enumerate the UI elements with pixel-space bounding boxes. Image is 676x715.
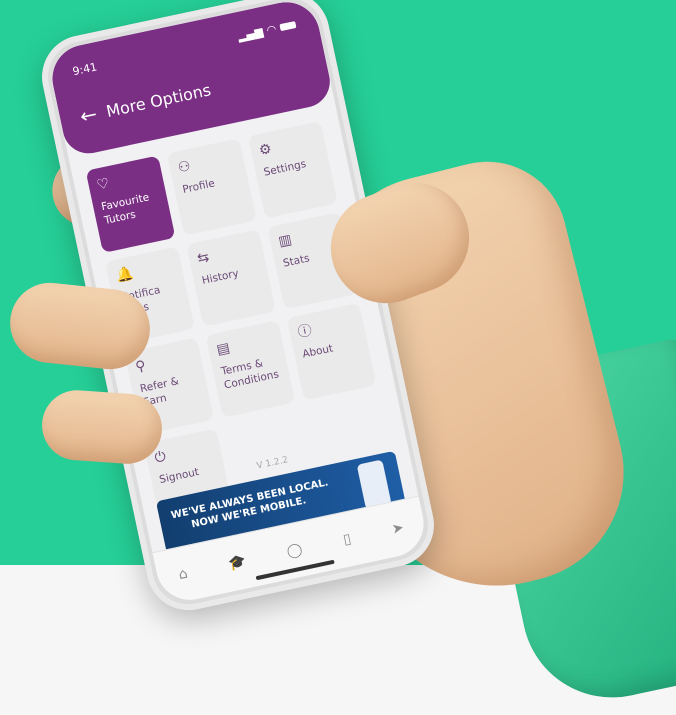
power-icon: ⏻ <box>153 448 168 467</box>
book-icon: ▯ <box>341 530 353 549</box>
home-icon: ⌂ <box>177 565 190 584</box>
battery-icon <box>279 21 297 32</box>
bar-chart-icon: ▥ <box>277 231 294 251</box>
status-time: 9:41 <box>71 60 99 79</box>
tab-item[interactable]: ➤ <box>390 519 406 538</box>
option-tile[interactable]: ▤ Terms & Conditions <box>205 320 296 418</box>
option-tile[interactable]: ⚙ Settings <box>247 120 338 219</box>
gear-icon: ⚙ <box>257 140 274 160</box>
finger-3 <box>39 387 165 467</box>
option-label: About <box>301 342 335 361</box>
option-tile[interactable]: ⇆ History <box>186 229 276 327</box>
option-label: Terms & Conditions <box>220 357 280 392</box>
option-label: Profile <box>181 177 216 196</box>
wifi-icon: ◠ <box>265 22 278 37</box>
title-bar: ← More Options <box>78 79 213 129</box>
signal-icon: ▂▄▆ <box>236 25 265 44</box>
status-icons: ▂▄▆ ◠ <box>237 18 297 43</box>
tab-item[interactable]: ⌂ <box>177 565 190 584</box>
option-label: Favourite Tutors <box>100 191 151 228</box>
option-label: Signout <box>158 466 201 487</box>
option-label: Settings <box>262 157 308 179</box>
bell-icon: 🔔 <box>114 265 136 285</box>
option-tile[interactable]: ♡ Favourite Tutors <box>85 155 176 254</box>
graduation-cap-icon: 🎓 <box>227 553 248 573</box>
send-icon: ➤ <box>390 519 406 538</box>
info-icon: ⓘ <box>296 322 314 342</box>
chat-icon: ◯ <box>285 541 304 561</box>
users-icon: ⚇ <box>176 158 193 177</box>
document-icon: ▤ <box>215 339 232 359</box>
heart-icon: ♡ <box>95 175 111 194</box>
swap-arrows-icon: ⇆ <box>195 249 211 268</box>
user-plus-icon: ⚲ <box>133 357 148 376</box>
tab-item[interactable]: ▯ <box>341 530 353 549</box>
tab-item[interactable]: ◯ <box>285 541 304 561</box>
back-arrow-icon[interactable]: ← <box>78 102 99 129</box>
tab-item[interactable]: 🎓 <box>227 553 248 573</box>
page-title: More Options <box>104 79 213 121</box>
option-tile[interactable]: ⚇ Profile <box>166 138 257 236</box>
option-tile[interactable]: ⓘ About <box>286 302 377 401</box>
option-label: History <box>200 267 240 287</box>
